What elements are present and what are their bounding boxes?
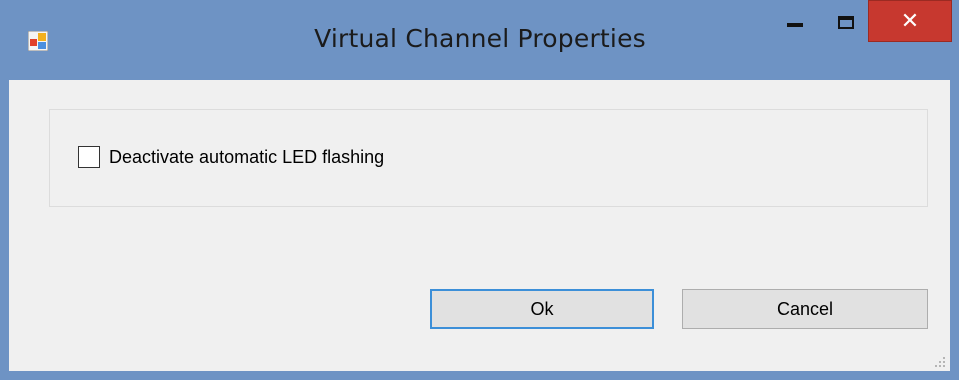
close-icon: ✕: [900, 8, 920, 34]
close-button[interactable]: ✕: [868, 0, 952, 42]
ok-button[interactable]: Ok: [430, 289, 654, 329]
deactivate-led-option[interactable]: Deactivate automatic LED flashing: [78, 146, 384, 168]
title-bar[interactable]: Virtual Channel Properties ✕: [0, 0, 959, 80]
options-group: Deactivate automatic LED flashing: [49, 109, 928, 207]
deactivate-led-label[interactable]: Deactivate automatic LED flashing: [109, 147, 384, 168]
cancel-button[interactable]: Cancel: [682, 289, 928, 329]
minimize-icon: [787, 23, 803, 27]
maximize-button[interactable]: [826, 0, 866, 44]
app-form-icon: [27, 30, 49, 52]
deactivate-led-checkbox[interactable]: [78, 146, 100, 168]
maximize-icon: [838, 15, 854, 29]
dialog-client-area: Deactivate automatic LED flashing Ok Can…: [9, 80, 950, 371]
dialog-window: Virtual Channel Properties ✕ Deactivate …: [0, 0, 959, 380]
resize-grip-icon[interactable]: [934, 355, 946, 367]
window-title: Virtual Channel Properties: [314, 24, 646, 53]
minimize-button[interactable]: [775, 0, 815, 44]
